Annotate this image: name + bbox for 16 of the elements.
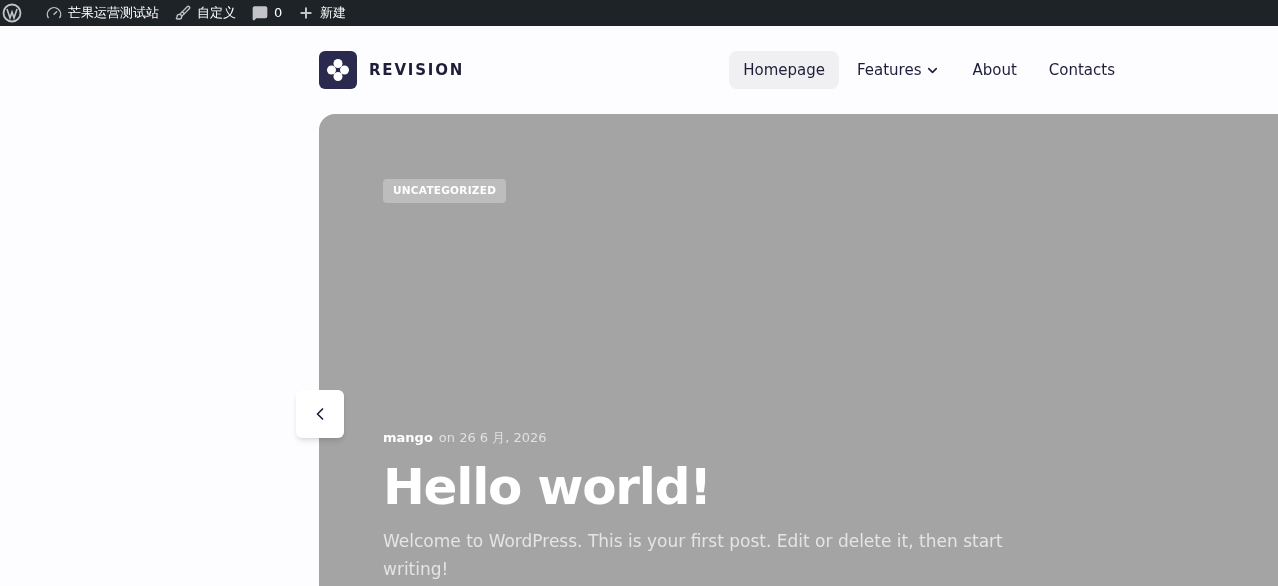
nav-link[interactable]: About [958,50,1031,90]
new-link[interactable]: 新建 [298,3,347,23]
site-name-link[interactable]: 芒果运营测试站 [46,3,159,23]
logo-text[interactable]: REVISION [369,58,465,82]
comments-link[interactable]: 0 [252,3,283,23]
dashboard-icon [46,5,62,21]
comment-icon [252,5,268,21]
nav-link[interactable]: Features [842,50,955,90]
wordpress-logo-icon[interactable] [2,3,22,23]
post-date: on 26 6 月, 2026 [438,428,547,447]
customize-link[interactable]: 自定义 [175,3,236,23]
logo-icon[interactable] [319,51,357,89]
post-excerpt: Welcome to WordPress. This is your first post. Edit or delete it, then start writing! [383,530,1003,582]
nav-link[interactable]: Homepage [729,50,839,90]
nav-link[interactable]: Contacts [1034,50,1129,90]
brush-icon [175,5,191,21]
